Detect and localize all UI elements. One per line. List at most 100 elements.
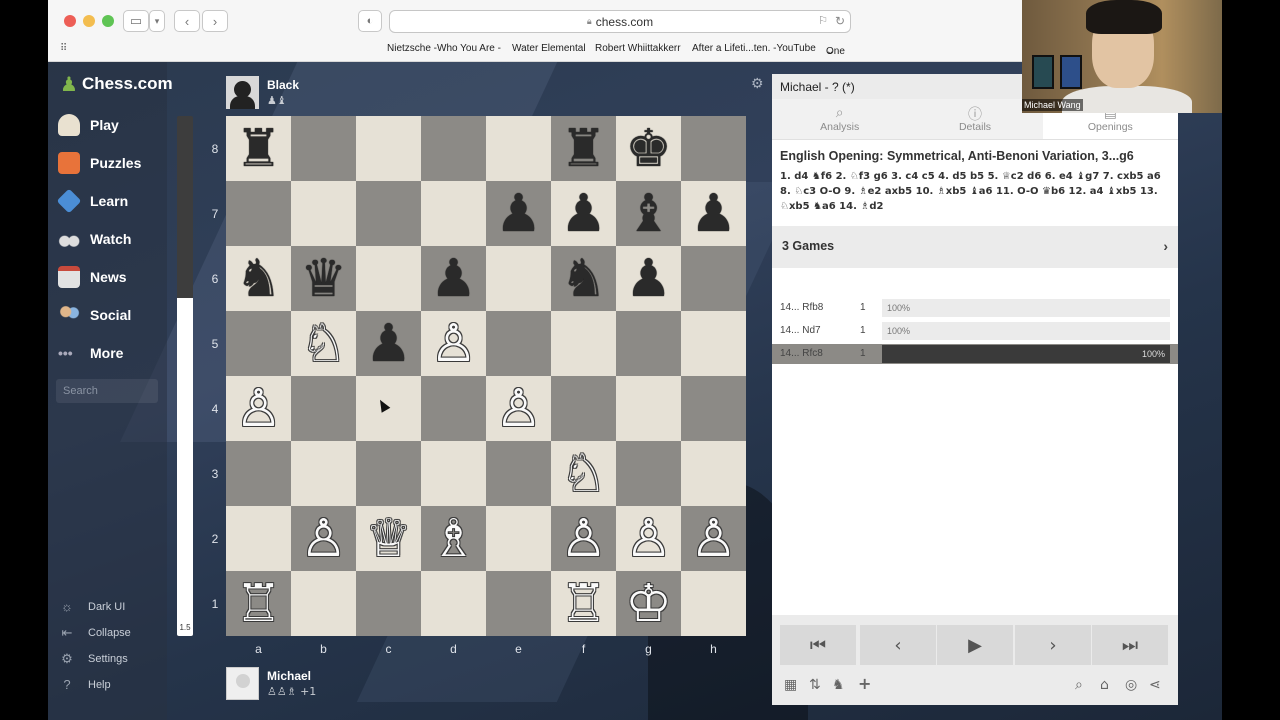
square-h1[interactable] [681, 571, 746, 636]
dark-ui-toggle[interactable]: ☼ Dark UI [60, 598, 125, 616]
sidebar-item-news[interactable]: News [58, 262, 163, 292]
black-rook-icon[interactable]: ♜ [235, 123, 282, 175]
bookmark-item[interactable]: Nietzsche -Who You Are - [387, 43, 501, 54]
white-pawn-icon[interactable]: ♙ [300, 513, 347, 565]
square-b3[interactable] [291, 441, 356, 506]
bookmark-item[interactable]: Robert Whiittakkerr [595, 43, 681, 54]
square-b5[interactable]: ♘ [291, 311, 356, 376]
reload-icon[interactable]: ↻ [835, 14, 845, 28]
square-e1[interactable] [486, 571, 551, 636]
square-d8[interactable] [421, 116, 486, 181]
black-pawn-icon[interactable]: ♟ [365, 318, 412, 370]
square-h2[interactable]: ♙ [681, 506, 746, 571]
square-h5[interactable] [681, 311, 746, 376]
square-e8[interactable] [486, 116, 551, 181]
square-a7[interactable] [226, 181, 291, 246]
first-move-button[interactable]: ⏮ [780, 625, 856, 665]
close-window-button[interactable] [64, 15, 76, 27]
square-c7[interactable] [356, 181, 421, 246]
back-button[interactable]: ‹ [174, 10, 200, 32]
square-c8[interactable] [356, 116, 421, 181]
square-c3[interactable] [356, 441, 421, 506]
square-a8[interactable]: ♜ [226, 116, 291, 181]
sidebar-item-social[interactable]: Social [58, 300, 163, 330]
zoom-window-button[interactable] [102, 15, 114, 27]
square-c1[interactable] [356, 571, 421, 636]
move-stat-row[interactable]: 14... Nd7 1 100% [772, 321, 1178, 341]
square-g3[interactable] [616, 441, 681, 506]
white-rook-icon[interactable]: ♖ [560, 578, 607, 630]
white-knight-icon[interactable]: ♘ [300, 318, 347, 370]
sidebar-item-more[interactable]: ••• More [58, 338, 163, 368]
square-g6[interactable]: ♟ [616, 246, 681, 311]
sidebar-item-play[interactable]: Play [58, 110, 163, 140]
next-move-button[interactable]: › [1015, 625, 1091, 665]
black-bishop-icon[interactable]: ♝ [625, 188, 672, 240]
white-rook-icon[interactable]: ♖ [235, 578, 282, 630]
square-e5[interactable] [486, 311, 551, 376]
square-a3[interactable] [226, 441, 291, 506]
white-king-icon[interactable]: ♔ [625, 578, 672, 630]
square-h8[interactable] [681, 116, 746, 181]
last-move-button[interactable]: ⏭ [1092, 625, 1168, 665]
white-pawn-icon[interactable]: ♙ [690, 513, 737, 565]
square-h6[interactable] [681, 246, 746, 311]
square-b4[interactable] [291, 376, 356, 441]
square-b8[interactable] [291, 116, 356, 181]
square-b1[interactable] [291, 571, 356, 636]
square-e2[interactable] [486, 506, 551, 571]
apps-grid-icon[interactable]: ⠿ [60, 43, 67, 54]
games-count-row[interactable]: 3 Games › [772, 226, 1178, 268]
black-pawn-icon[interactable]: ♟ [690, 188, 737, 240]
white-knight-icon[interactable]: ♘ [560, 448, 607, 500]
add-icon[interactable]: + [858, 674, 871, 693]
square-c5[interactable]: ♟ [356, 311, 421, 376]
square-a1[interactable]: ♖ [226, 571, 291, 636]
square-b6[interactable]: ♛ [291, 246, 356, 311]
share-icon[interactable]: ⋖ [1149, 677, 1161, 693]
square-f6[interactable]: ♞ [551, 246, 616, 311]
black-knight-icon[interactable]: ♞ [235, 253, 282, 305]
move-stat-row[interactable]: 14... Rfc8 1 100% [772, 344, 1178, 364]
square-f7[interactable]: ♟ [551, 181, 616, 246]
square-c6[interactable] [356, 246, 421, 311]
square-d2[interactable]: ♗ [421, 506, 486, 571]
previous-move-button[interactable]: ‹ [860, 625, 936, 665]
search-input[interactable]: Search [56, 379, 158, 403]
square-h7[interactable]: ♟ [681, 181, 746, 246]
forward-button[interactable]: › [202, 10, 228, 32]
black-queen-icon[interactable]: ♛ [300, 253, 347, 305]
collapse-button[interactable]: ⇤ Collapse [60, 624, 131, 642]
square-h3[interactable] [681, 441, 746, 506]
sidebar-item-puzzles[interactable]: Puzzles [58, 148, 163, 178]
square-g8[interactable]: ♚ [616, 116, 681, 181]
white-pawn-icon[interactable]: ♙ [625, 513, 672, 565]
white-queen-icon[interactable]: ♕ [365, 513, 412, 565]
move-stat-row[interactable]: 14... Rfb8 1 100% [772, 298, 1178, 318]
square-f4[interactable] [551, 376, 616, 441]
square-d1[interactable] [421, 571, 486, 636]
square-g4[interactable] [616, 376, 681, 441]
square-d4[interactable] [421, 376, 486, 441]
minimize-window-button[interactable] [83, 15, 95, 27]
square-c2[interactable]: ♕ [356, 506, 421, 571]
square-e3[interactable] [486, 441, 551, 506]
avatar[interactable] [226, 75, 259, 109]
square-a5[interactable] [226, 311, 291, 376]
square-e7[interactable]: ♟ [486, 181, 551, 246]
black-king-icon[interactable]: ♚ [625, 123, 672, 175]
white-pawn-icon[interactable]: ♙ [560, 513, 607, 565]
flip-board-icon[interactable]: ⇅ [809, 677, 821, 693]
square-f1[interactable]: ♖ [551, 571, 616, 636]
square-g1[interactable]: ♔ [616, 571, 681, 636]
tab-analysis[interactable]: ⌕ Analysis [772, 99, 907, 139]
white-pawn-icon[interactable]: ♙ [495, 383, 542, 435]
square-g7[interactable]: ♝ [616, 181, 681, 246]
bookmark-item[interactable]: Water Elemental [512, 43, 586, 54]
square-f8[interactable]: ♜ [551, 116, 616, 181]
black-knight-icon[interactable]: ♞ [560, 253, 607, 305]
square-g2[interactable]: ♙ [616, 506, 681, 571]
help-link[interactable]: ? Help [60, 676, 110, 694]
square-e4[interactable]: ♙ [486, 376, 551, 441]
square-b2[interactable]: ♙ [291, 506, 356, 571]
